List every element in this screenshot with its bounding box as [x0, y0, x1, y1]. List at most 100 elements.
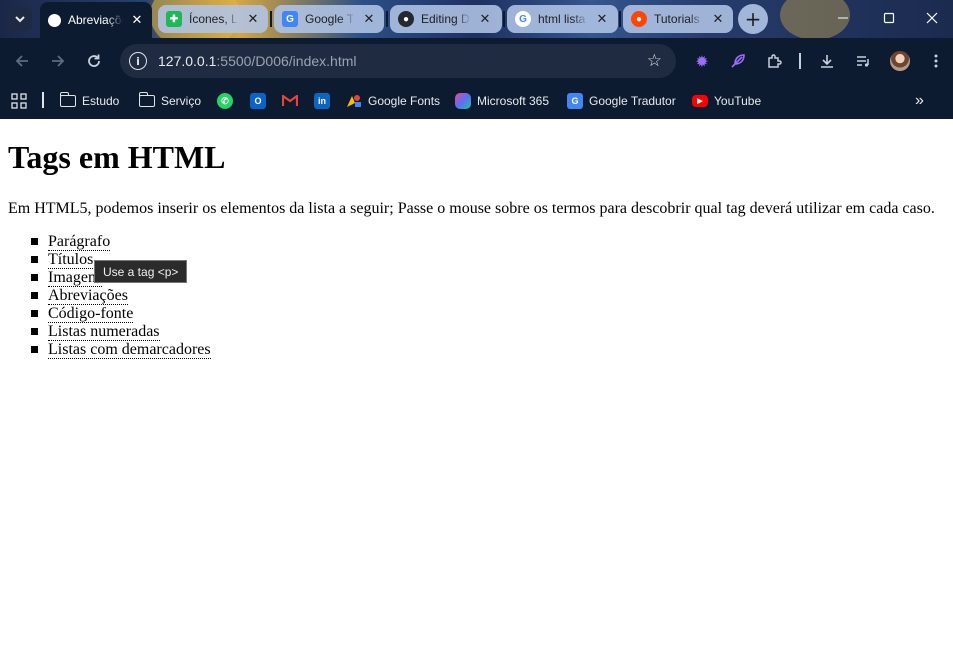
- bookmark-folder-servico[interactable]: Serviço: [138, 90, 202, 112]
- globe-icon: [48, 13, 61, 27]
- bookmark-google-tradutor[interactable]: G Google Tradutor: [567, 90, 676, 112]
- close-tab-icon[interactable]: ✕: [711, 11, 725, 27]
- outlook-icon: O: [250, 93, 266, 109]
- close-tab-icon[interactable]: ✕: [362, 11, 376, 27]
- forward-button[interactable]: [48, 51, 68, 71]
- intro-paragraph: Em HTML5, podemos inserir os elementos d…: [8, 200, 935, 217]
- bookmarks-divider: [42, 92, 44, 108]
- google-icon: G: [515, 11, 531, 27]
- back-button[interactable]: [12, 51, 32, 71]
- close-icon: [926, 12, 937, 24]
- folder-icon: [138, 92, 155, 107]
- profile-avatar[interactable]: [890, 51, 910, 71]
- apps-button[interactable]: [11, 90, 27, 112]
- icons-site-icon: ✚: [166, 11, 182, 27]
- list-item-paragrafo: Parágrafo: [31, 233, 211, 251]
- list-item-listas-numeradas: Listas numeradas: [31, 323, 211, 341]
- media-control-button[interactable]: [853, 51, 873, 71]
- close-tab-icon[interactable]: ✕: [246, 11, 260, 27]
- tab-title: html lista: [538, 12, 586, 26]
- extension-gear-icon[interactable]: ✹: [692, 51, 712, 71]
- site-info-icon[interactable]: i: [129, 52, 147, 70]
- bookmark-google-fonts[interactable]: Google Fonts: [346, 90, 440, 112]
- maximize-button[interactable]: [866, 0, 912, 36]
- abbr-paragrafo[interactable]: Parágrafo: [48, 233, 111, 251]
- bookmark-microsoft-365[interactable]: Microsoft 365: [455, 90, 549, 112]
- close-window-button[interactable]: [910, 0, 953, 36]
- reddit-icon: ●: [631, 11, 647, 27]
- google-translate-icon: G: [567, 93, 583, 109]
- bookmarks-bar: Estudo Serviço ✆ O in Google Fonts Micro…: [0, 84, 953, 119]
- arrow-right-icon: [52, 55, 65, 67]
- list-item-codigo-fonte: Código-fonte: [31, 305, 211, 323]
- feather-icon: [731, 54, 745, 68]
- tab-separator: [270, 11, 272, 27]
- downloads-button[interactable]: [817, 51, 837, 71]
- tab-strip: Abreviações ✕ ✚ Ícones, L ✕ G Google T ✕…: [0, 0, 953, 38]
- new-tab-button[interactable]: +: [738, 4, 768, 34]
- apps-grid-icon: [11, 93, 27, 109]
- reload-icon: [88, 54, 100, 67]
- minimize-icon: [838, 17, 848, 19]
- google-translate-icon: G: [282, 11, 298, 27]
- close-tab-icon[interactable]: ✕: [595, 11, 609, 27]
- tab-tutorials[interactable]: ● Tutorials ✕: [623, 5, 733, 33]
- arrow-left-icon: [15, 55, 28, 67]
- playlist-icon: [857, 56, 869, 67]
- folder-icon: [59, 92, 76, 107]
- close-tab-icon[interactable]: ✕: [478, 11, 492, 27]
- tab-html-lista[interactable]: G html lista ✕: [507, 5, 618, 33]
- abbr-titulos[interactable]: Títulos: [48, 251, 94, 269]
- bookmark-folder-estudo[interactable]: Estudo: [59, 90, 120, 112]
- puzzle-icon: [768, 54, 782, 68]
- tab-title: Editing D: [421, 12, 470, 26]
- microsoft-365-icon: [455, 93, 471, 109]
- bookmark-label: Google Tradutor: [589, 94, 676, 108]
- bookmark-star-icon[interactable]: ☆: [647, 51, 662, 71]
- reload-button[interactable]: [84, 51, 104, 71]
- tab-google-tradutor[interactable]: G Google T ✕: [274, 5, 384, 33]
- list-item-abreviacoes: Abreviações: [31, 287, 211, 305]
- toolbar-divider: [799, 53, 801, 69]
- tab-separator: [619, 11, 621, 27]
- double-chevron-right-icon: »: [915, 92, 924, 109]
- tab-editing[interactable]: ● Editing D ✕: [390, 5, 502, 33]
- bookmark-label: Serviço: [161, 94, 202, 108]
- abbr-abreviacoes[interactable]: Abreviações: [48, 287, 128, 305]
- url-path: :5500/D006/index.html: [216, 53, 357, 69]
- minimize-button[interactable]: [820, 0, 866, 36]
- tab-title: Ícones, L: [189, 12, 238, 26]
- tab-title: Tutorials: [654, 12, 700, 26]
- menu-button[interactable]: [926, 51, 946, 71]
- tab-icones[interactable]: ✚ Ícones, L ✕: [158, 5, 268, 33]
- download-icon: [821, 55, 833, 68]
- abbr-listas-numeradas[interactable]: Listas numeradas: [48, 323, 160, 341]
- tab-abreviacoes[interactable]: Abreviações ✕: [40, 2, 152, 38]
- bookmark-youtube[interactable]: ▶ YouTube: [692, 90, 761, 112]
- extensions-button[interactable]: [764, 51, 784, 71]
- tags-list: Parágrafo Títulos Imagens Abreviações Có…: [31, 233, 211, 359]
- abbr-codigo-fonte[interactable]: Código-fonte: [48, 305, 134, 323]
- bookmark-label: Google Fonts: [368, 94, 441, 108]
- tab-separator: [386, 11, 388, 27]
- maximize-icon: [883, 12, 895, 24]
- kebab-menu-icon: [934, 54, 938, 68]
- list-item-listas-demarcadores: Listas com demarcadores: [31, 341, 211, 359]
- url-host: 127.0.0.1: [158, 53, 217, 69]
- extension-feather-icon[interactable]: [728, 51, 748, 71]
- close-tab-icon[interactable]: ✕: [130, 12, 144, 28]
- abbr-listas-demarcadores[interactable]: Listas com demarcadores: [48, 341, 211, 359]
- bookmark-label: YouTube: [714, 94, 762, 108]
- address-bar[interactable]: i 127.0.0.1:5500/D006/index.html ☆: [120, 44, 676, 78]
- bookmark-whatsapp[interactable]: ✆: [217, 90, 233, 112]
- bookmark-label: Microsoft 365: [477, 94, 550, 108]
- tab-search-button[interactable]: [8, 7, 32, 31]
- url-text[interactable]: 127.0.0.1:5500/D006/index.html: [158, 53, 356, 69]
- bookmark-label: Estudo: [82, 94, 120, 108]
- bookmark-linkedin[interactable]: in: [314, 90, 330, 112]
- bookmark-outlook[interactable]: O: [250, 90, 266, 112]
- more-bookmarks-button[interactable]: »: [915, 90, 924, 112]
- bookmark-gmail[interactable]: [282, 90, 298, 112]
- page-content: Tags em HTML Em HTML5, podemos inserir o…: [0, 119, 953, 659]
- page-title: Tags em HTML: [8, 139, 226, 175]
